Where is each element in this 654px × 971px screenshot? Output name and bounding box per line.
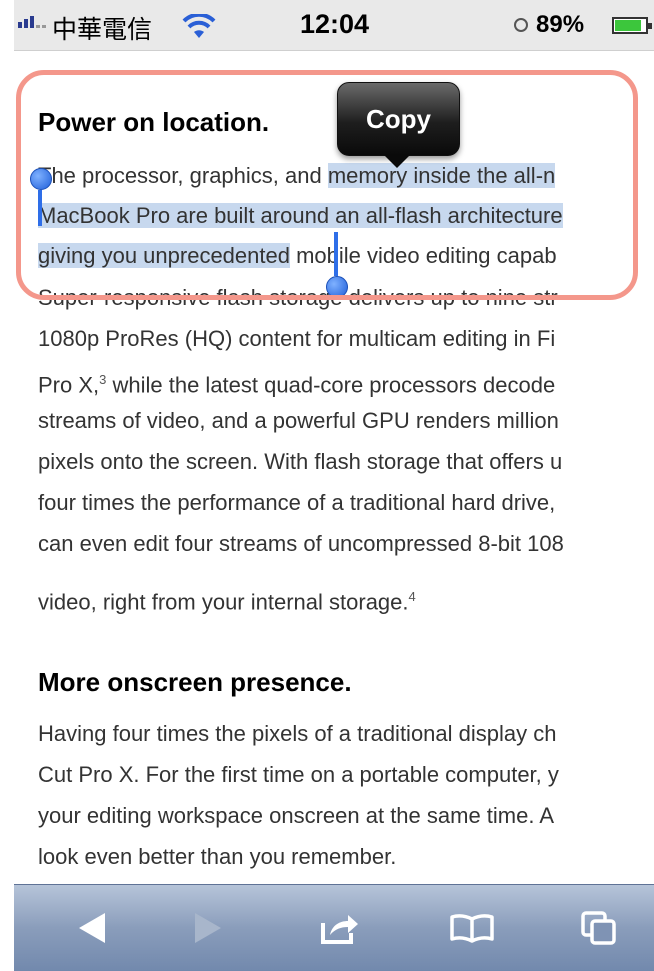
safari-toolbar bbox=[14, 884, 654, 971]
text-segment: video, right from your internal storage. bbox=[38, 589, 409, 615]
status-bar: 中華電信 12:04 89% bbox=[14, 0, 654, 51]
article-line[interactable]: can even edit four streams of uncompress… bbox=[38, 524, 564, 564]
battery-percentage: 89% bbox=[536, 11, 585, 38]
carrier-name: 中華電信 bbox=[52, 15, 153, 44]
tabs-button[interactable] bbox=[560, 885, 640, 971]
bookmarks-button[interactable] bbox=[432, 885, 512, 971]
article-line[interactable]: four times the performance of a traditio… bbox=[38, 483, 555, 523]
clock-time: 12:04 bbox=[300, 9, 370, 39]
forward-arrow-icon bbox=[195, 913, 221, 943]
article-line[interactable]: MacBook Pro are built around an all-flas… bbox=[38, 196, 563, 236]
back-button[interactable] bbox=[52, 885, 132, 971]
selected-text: giving you unprecedented bbox=[38, 243, 290, 268]
article-line[interactable]: streams of video, and a powerful GPU ren… bbox=[38, 401, 559, 441]
article-line[interactable]: pixels onto the screen. With flash stora… bbox=[38, 442, 562, 482]
footnote-ref[interactable]: 4 bbox=[409, 589, 416, 604]
selection-end-handle[interactable] bbox=[326, 232, 348, 298]
back-arrow-icon bbox=[79, 913, 105, 943]
selected-text: memory inside the all-n bbox=[327, 163, 556, 188]
battery-icon bbox=[612, 17, 652, 34]
copy-callout-pointer bbox=[383, 154, 411, 168]
article-line[interactable]: Pro X,3 while the latest quad-core proce… bbox=[38, 360, 555, 400]
share-icon bbox=[321, 915, 358, 944]
wifi-icon bbox=[182, 12, 216, 45]
article-line[interactable]: Cut Pro X. For the first time on a porta… bbox=[38, 755, 559, 795]
text-segment: while the latest quad-core processors de… bbox=[106, 372, 556, 398]
article-line[interactable]: video, right from your internal storage.… bbox=[38, 577, 416, 617]
section-heading-power: Power on location. bbox=[38, 107, 270, 137]
article-line[interactable]: your editing workspace onscreen at the s… bbox=[38, 796, 554, 836]
article-line[interactable]: 1080p ProRes (HQ) content for multicam e… bbox=[38, 319, 555, 359]
article-line[interactable]: Super-responsive flash storage delivers … bbox=[38, 278, 558, 318]
selected-text: MacBook Pro are built around an all-flas… bbox=[38, 203, 563, 228]
tabs-icon bbox=[581, 911, 616, 945]
bookmarks-icon bbox=[450, 914, 494, 943]
alarm-clock-icon bbox=[514, 18, 528, 32]
copy-button[interactable]: Copy bbox=[337, 82, 460, 156]
article-line[interactable]: Having four times the pixels of a tradit… bbox=[38, 714, 556, 754]
article-line[interactable]: giving you unprecedented mobile video ed… bbox=[38, 236, 557, 276]
section-heading-presence: More onscreen presence. bbox=[38, 667, 352, 697]
text-segment: Pro X, bbox=[38, 372, 100, 398]
article-line[interactable]: look even better than you remember. bbox=[38, 837, 396, 877]
web-page[interactable]: Power on location. The processor, graphi… bbox=[14, 51, 654, 884]
selection-start-handle[interactable] bbox=[30, 168, 52, 226]
forward-button[interactable] bbox=[168, 885, 248, 971]
share-button[interactable] bbox=[300, 885, 380, 971]
article-line[interactable]: The processor, graphics, and memory insi… bbox=[38, 156, 556, 196]
text-segment: The processor, graphics, and bbox=[38, 163, 328, 188]
